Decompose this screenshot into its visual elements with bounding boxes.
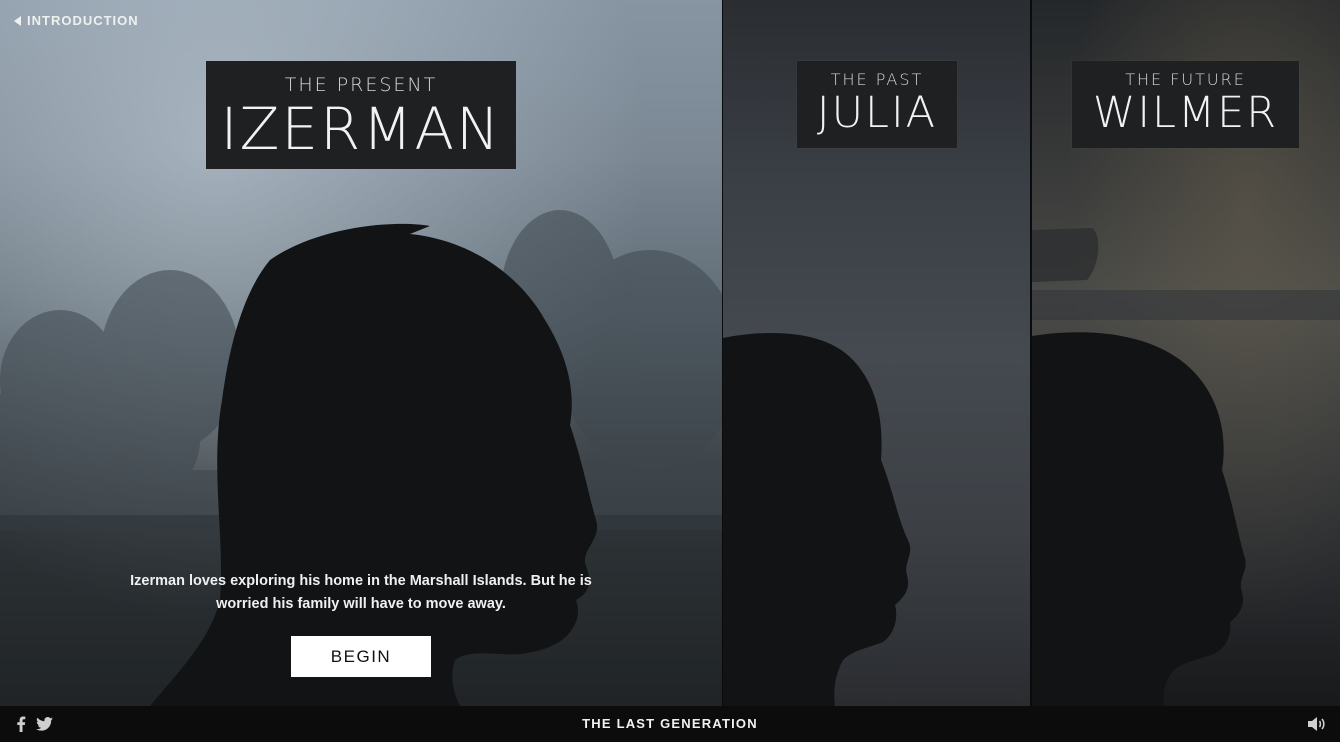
era-label: THE FUTURE (1125, 70, 1246, 89)
begin-button[interactable]: BEGIN (291, 636, 431, 677)
title-box-future: THE FUTURE WILMER (1072, 61, 1299, 148)
title-box-past: THE PAST JULIA (797, 61, 957, 148)
panel-future[interactable]: THE FUTURE WILMER (1032, 0, 1340, 706)
izerman-silhouette (150, 223, 598, 706)
site-title: THE LAST GENERATION (582, 716, 758, 731)
character-name: IZERMAN (220, 95, 502, 163)
character-name: WILMER (1092, 88, 1279, 138)
era-label: THE PRESENT (284, 74, 438, 96)
back-arrow-icon (14, 15, 21, 26)
julia-silhouette (723, 332, 911, 706)
character-description: Izerman loves exploring his home in the … (130, 573, 592, 612)
panel-present[interactable]: THE PRESENT IZERMAN INTRODUCTION Izerman… (0, 0, 722, 706)
character-name: JULIA (816, 88, 938, 138)
wilmer-silhouette (1032, 332, 1246, 706)
footer-bar: THE LAST GENERATION (0, 706, 1340, 742)
title-box-present: THE PRESENT IZERMAN (206, 61, 516, 169)
background-ship (1032, 228, 1340, 320)
era-label: THE PAST (830, 70, 924, 89)
introduction-link[interactable]: INTRODUCTION (14, 13, 139, 28)
panel-past[interactable]: THE PAST JULIA (723, 0, 1030, 706)
introduction-label: INTRODUCTION (27, 13, 139, 28)
sound-icon[interactable] (1308, 716, 1326, 737)
